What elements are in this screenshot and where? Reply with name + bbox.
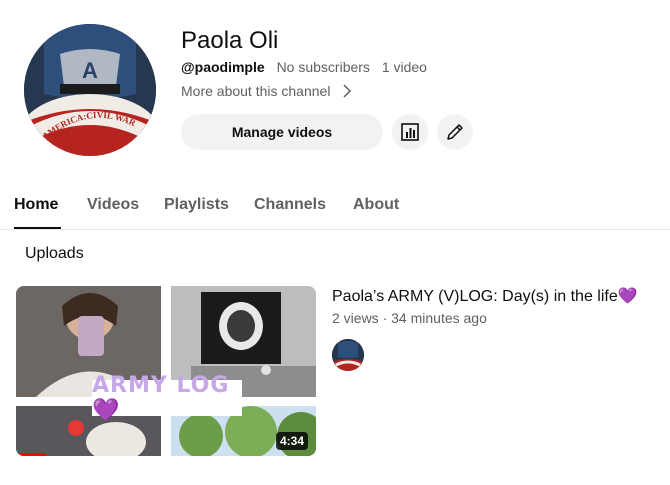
analytics-icon xyxy=(401,123,419,141)
channel-handle: @paodimple xyxy=(181,59,265,75)
analytics-button[interactable] xyxy=(392,114,428,150)
more-about-channel-link[interactable]: More about this channel xyxy=(181,83,354,99)
channel-name: Paola Oli xyxy=(181,27,279,54)
video-thumbnail[interactable]: ARMY LOG💜 4:34 xyxy=(16,286,316,456)
video-count: 1 video xyxy=(381,59,427,75)
video-views: 2 views xyxy=(332,310,379,326)
avatar-image: A AMERICA:CIVIL WAR xyxy=(24,24,156,156)
video-age: 34 minutes ago xyxy=(391,310,487,326)
chevron-right-icon xyxy=(343,84,352,98)
channel-avatar-small xyxy=(332,339,364,371)
active-tab-indicator xyxy=(14,227,61,229)
watch-progress-bar xyxy=(16,453,46,456)
tab-playlists[interactable]: Playlists xyxy=(164,196,229,214)
tab-about[interactable]: About xyxy=(353,196,399,214)
more-about-label: More about this channel xyxy=(181,83,331,99)
channel-tabs: Home Videos Playlists Channels About xyxy=(0,188,670,230)
uploads-section-title: Uploads xyxy=(25,245,84,262)
meta-dot: · xyxy=(382,310,392,326)
pencil-icon xyxy=(447,124,463,140)
video-channel-avatar[interactable] xyxy=(332,339,364,371)
manage-videos-button[interactable]: Manage videos xyxy=(181,114,383,150)
tab-home[interactable]: Home xyxy=(14,196,58,214)
video-duration-badge: 4:34 xyxy=(275,432,308,450)
video-title[interactable]: Paola’s ARMY (V)LOG: Day(s) in the life💜 xyxy=(332,286,638,306)
subscriber-count: No subscribers xyxy=(276,59,370,75)
channel-avatar[interactable]: A AMERICA:CIVIL WAR xyxy=(24,24,156,156)
tab-videos[interactable]: Videos xyxy=(87,196,139,214)
thumbnail-overlay-text: ARMY LOG💜 xyxy=(92,373,242,423)
tab-channels[interactable]: Channels xyxy=(254,196,326,214)
video-meta: 2 views · 34 minutes ago xyxy=(332,310,487,326)
edit-channel-button[interactable] xyxy=(437,114,473,150)
channel-meta: @paodimple No subscribers 1 video xyxy=(181,59,427,75)
svg-text:A: A xyxy=(82,58,98,83)
